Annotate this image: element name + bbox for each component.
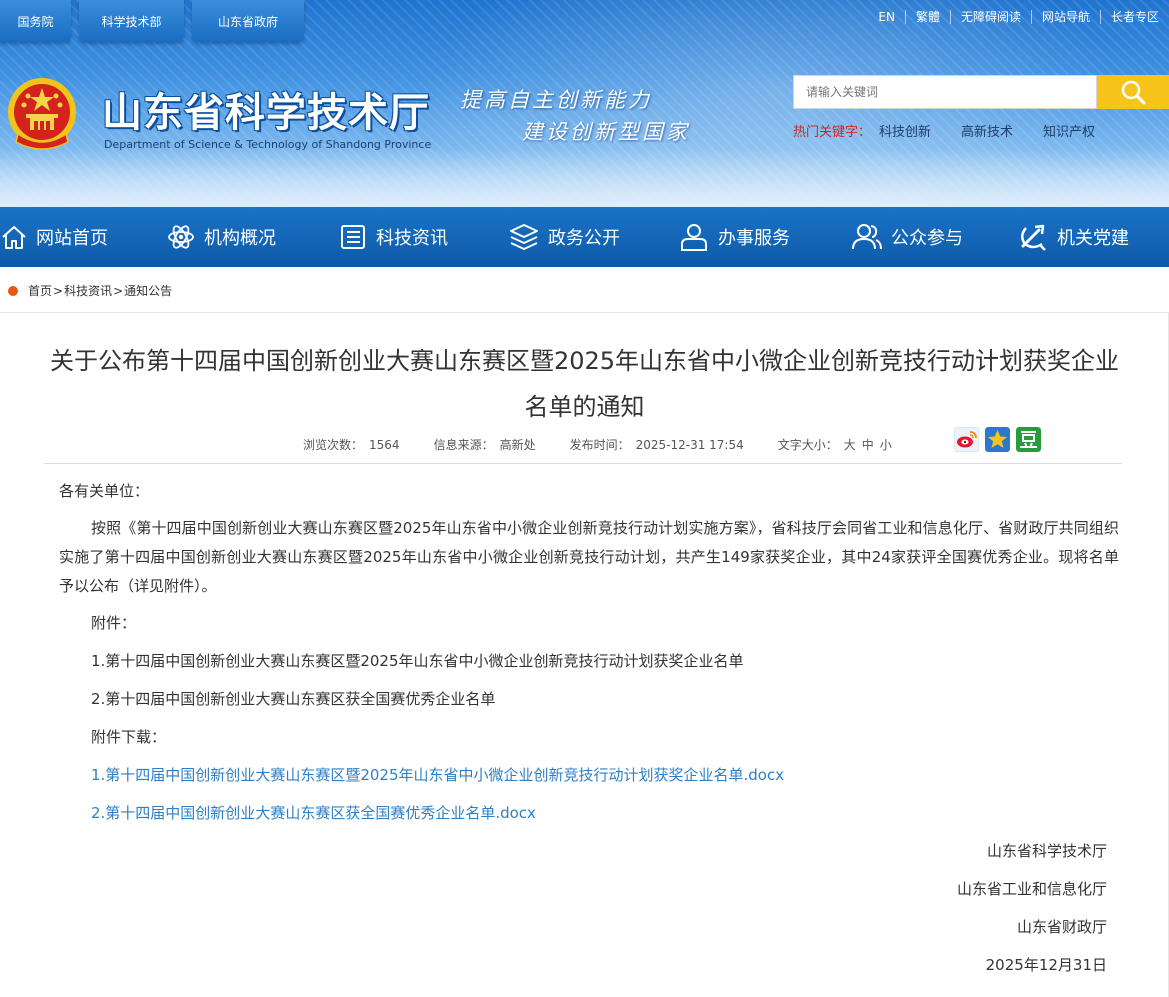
download-link-award-list[interactable]: 1.第十四届中国创新创业大赛山东赛区暨2025年山东省中小微企业创新竞技行动计划… [91,764,784,785]
attachment-item: 1.第十四届中国创新创业大赛山东赛区暨2025年山东省中小微企业创新竞技行动计划… [91,652,744,670]
nav-item-home[interactable]: 网站首页 [0,207,108,267]
download-label: 附件下载： [91,728,167,746]
signature-date: 2025年12月31日 [985,956,1107,974]
home-icon [2,226,26,249]
nav-item-label: 网站首页 [36,228,108,249]
hot-keyword[interactable]: 科技创新 [879,121,931,140]
utility-link-elderly[interactable]: 长者专区 [1099,10,1169,24]
search-icon [1121,80,1146,105]
atom-icon [168,225,194,249]
header-fade [0,150,1169,207]
user-service-icon [681,224,707,251]
nav-item-label: 办事服务 [718,228,790,249]
meta-font-size: 文字大小：大中小 [777,438,892,452]
users-icon [852,224,882,250]
meta-views: 浏览次数： 1564 [303,438,400,452]
nav-item-services[interactable]: 办事服务 [678,207,790,267]
top-link-most[interactable]: 科学技术部 [79,0,184,42]
nav-item-label: 科技资讯 [376,228,448,249]
top-links: 国务院 科学技术部 山东省政府 [0,0,312,42]
signature-line: 山东省科学技术厅 [986,842,1107,860]
title-divider [44,463,1122,464]
layers-icon [510,224,538,250]
site-title-en: Department of Science & Technology of Sh… [104,138,432,151]
national-emblem-icon [8,78,76,150]
site-title: 山东省科学技术厅 [102,90,430,136]
nav-item-party[interactable]: 机关党建 [1017,207,1129,267]
nav-item-label: 机构概况 [204,228,276,249]
slogan-line-1: 提高自主创新能力 [460,88,652,112]
weibo-icon[interactable] [954,427,979,452]
download-link-national-list[interactable]: 2.第十四届中国创新创业大赛山东赛区获全国赛优秀企业名单.docx [91,802,536,823]
breadcrumb: 首页 > 科技资讯 > 通知公告 [8,282,172,299]
top-link-state-council[interactable]: 国务院 [0,0,71,42]
article-meta: 浏览次数： 1564 信息来源： 高新处 发布时间： 2025-12-31 17:54… [303,436,926,453]
search-button[interactable] [1097,75,1169,109]
top-link-shandong-gov[interactable]: 山东省政府 [192,0,304,42]
article-greeting: 各有关单位： [59,482,150,500]
party-emblem-icon [1021,224,1046,251]
article-body: 按照《第十四届中国创新创业大赛山东赛区暨2025年山东省中小微企业创新竞技行动计… [59,519,1119,595]
nav-item-public[interactable]: 公众参与 [851,207,963,267]
utility-link-en[interactable]: EN [868,10,905,24]
meta-source: 信息来源： 高新处 [433,438,536,452]
document-list-icon [341,225,365,249]
article-title: 关于公布第十四届中国创新创业大赛山东赛区暨2025年山东省中小微企业创新竞技行动… [49,347,1120,421]
qzone-icon[interactable] [985,427,1010,452]
utility-link-sitemap[interactable]: 网站导航 [1030,10,1100,24]
nav-item-label: 政务公开 [548,228,620,249]
breadcrumb-item-notices[interactable]: 通知公告 [124,282,172,299]
breadcrumb-item-home[interactable]: 首页 [28,282,52,299]
share-buttons [954,427,1047,452]
main-nav: 网站首页 机构概况 科技资讯 政务公开 办事服务 公众参与 机关党建 [0,207,1169,267]
slogan-line-2: 建设创新型国家 [522,120,690,144]
hot-keywords: 热门关键字： 科技创新 高新技术 知识产权 [793,121,1125,140]
breadcrumb-dot-icon [8,285,18,296]
attachment-item: 2.第十四届中国创新创业大赛山东赛区获全国赛优秀企业名单 [91,690,496,708]
meta-views-value: 1564 [369,438,400,452]
search-input[interactable] [793,75,1097,109]
font-size-small[interactable]: 小 [880,438,892,452]
nav-item-gov-affairs[interactable]: 政务公开 [508,207,620,267]
meta-time: 发布时间： 2025-12-31 17:54 [569,438,744,452]
hot-keyword[interactable]: 高新技术 [961,121,1013,140]
signature-line: 山东省财政厅 [1016,918,1107,936]
douban-icon[interactable] [1016,427,1041,452]
hot-keyword[interactable]: 知识产权 [1043,121,1095,140]
signature-line: 山东省工业和信息化厅 [956,880,1107,898]
attachment-label: 附件： [91,614,137,632]
nav-item-label: 公众参与 [891,228,963,249]
font-size-medium[interactable]: 中 [862,438,874,452]
breadcrumb-separator: > [113,283,124,298]
utility-link-accessibility[interactable]: 无障碍阅读 [949,10,1031,24]
meta-time-value: 2025-12-31 17:54 [635,438,744,452]
site-header: 国务院 科学技术部 山东省政府 EN 繁體 无障碍阅读 网站导航 长者专区 山东… [0,0,1169,207]
meta-source-value: 高新处 [499,438,536,452]
utility-link-traditional[interactable]: 繁體 [904,10,950,24]
font-size-large[interactable]: 大 [844,438,856,452]
breadcrumb-item-news[interactable]: 科技资讯 [64,282,112,299]
search-box [793,75,1169,109]
utility-links: EN 繁體 无障碍阅读 网站导航 长者专区 [868,10,1169,24]
nav-item-news[interactable]: 科技资讯 [338,207,448,267]
hot-keywords-label: 热门关键字： [793,125,872,140]
nav-item-organization[interactable]: 机构概况 [166,207,276,267]
nav-item-label: 机关党建 [1057,228,1129,249]
breadcrumb-separator: > [53,283,64,298]
